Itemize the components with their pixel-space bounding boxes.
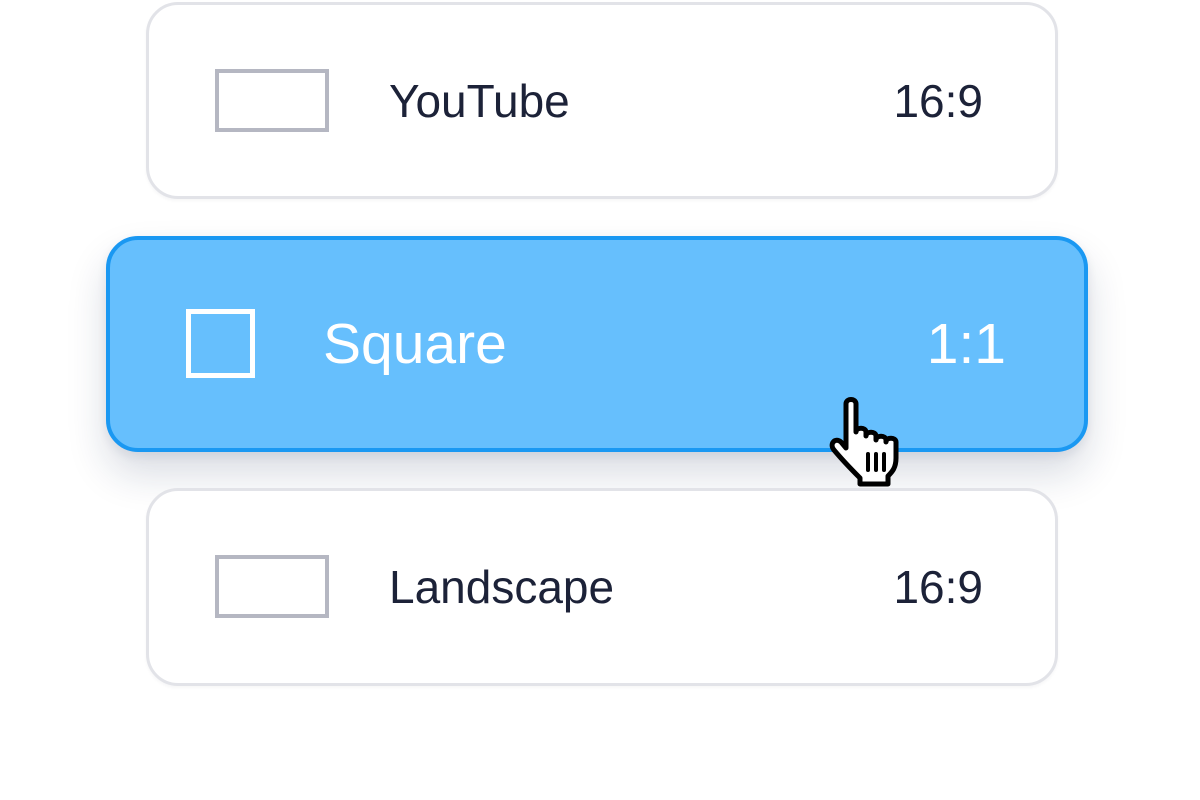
option-ratio: 16:9 bbox=[893, 561, 983, 613]
aspect-ratio-picker: YouTube 16:9 Square 1:1 Landscape 16:9 bbox=[0, 0, 1200, 800]
option-square[interactable]: Square 1:1 bbox=[106, 236, 1088, 452]
option-label: Square bbox=[323, 312, 507, 376]
option-ratio: 16:9 bbox=[893, 74, 983, 127]
option-ratio: 1:1 bbox=[926, 312, 1006, 376]
landscape-ratio-icon bbox=[215, 555, 329, 618]
option-landscape[interactable]: Landscape 16:9 bbox=[146, 488, 1058, 686]
landscape-ratio-icon bbox=[215, 68, 329, 132]
option-label: Landscape bbox=[389, 561, 615, 613]
option-label: YouTube bbox=[389, 74, 570, 127]
square-ratio-icon bbox=[186, 309, 255, 378]
option-youtube[interactable]: YouTube 16:9 bbox=[146, 2, 1058, 199]
